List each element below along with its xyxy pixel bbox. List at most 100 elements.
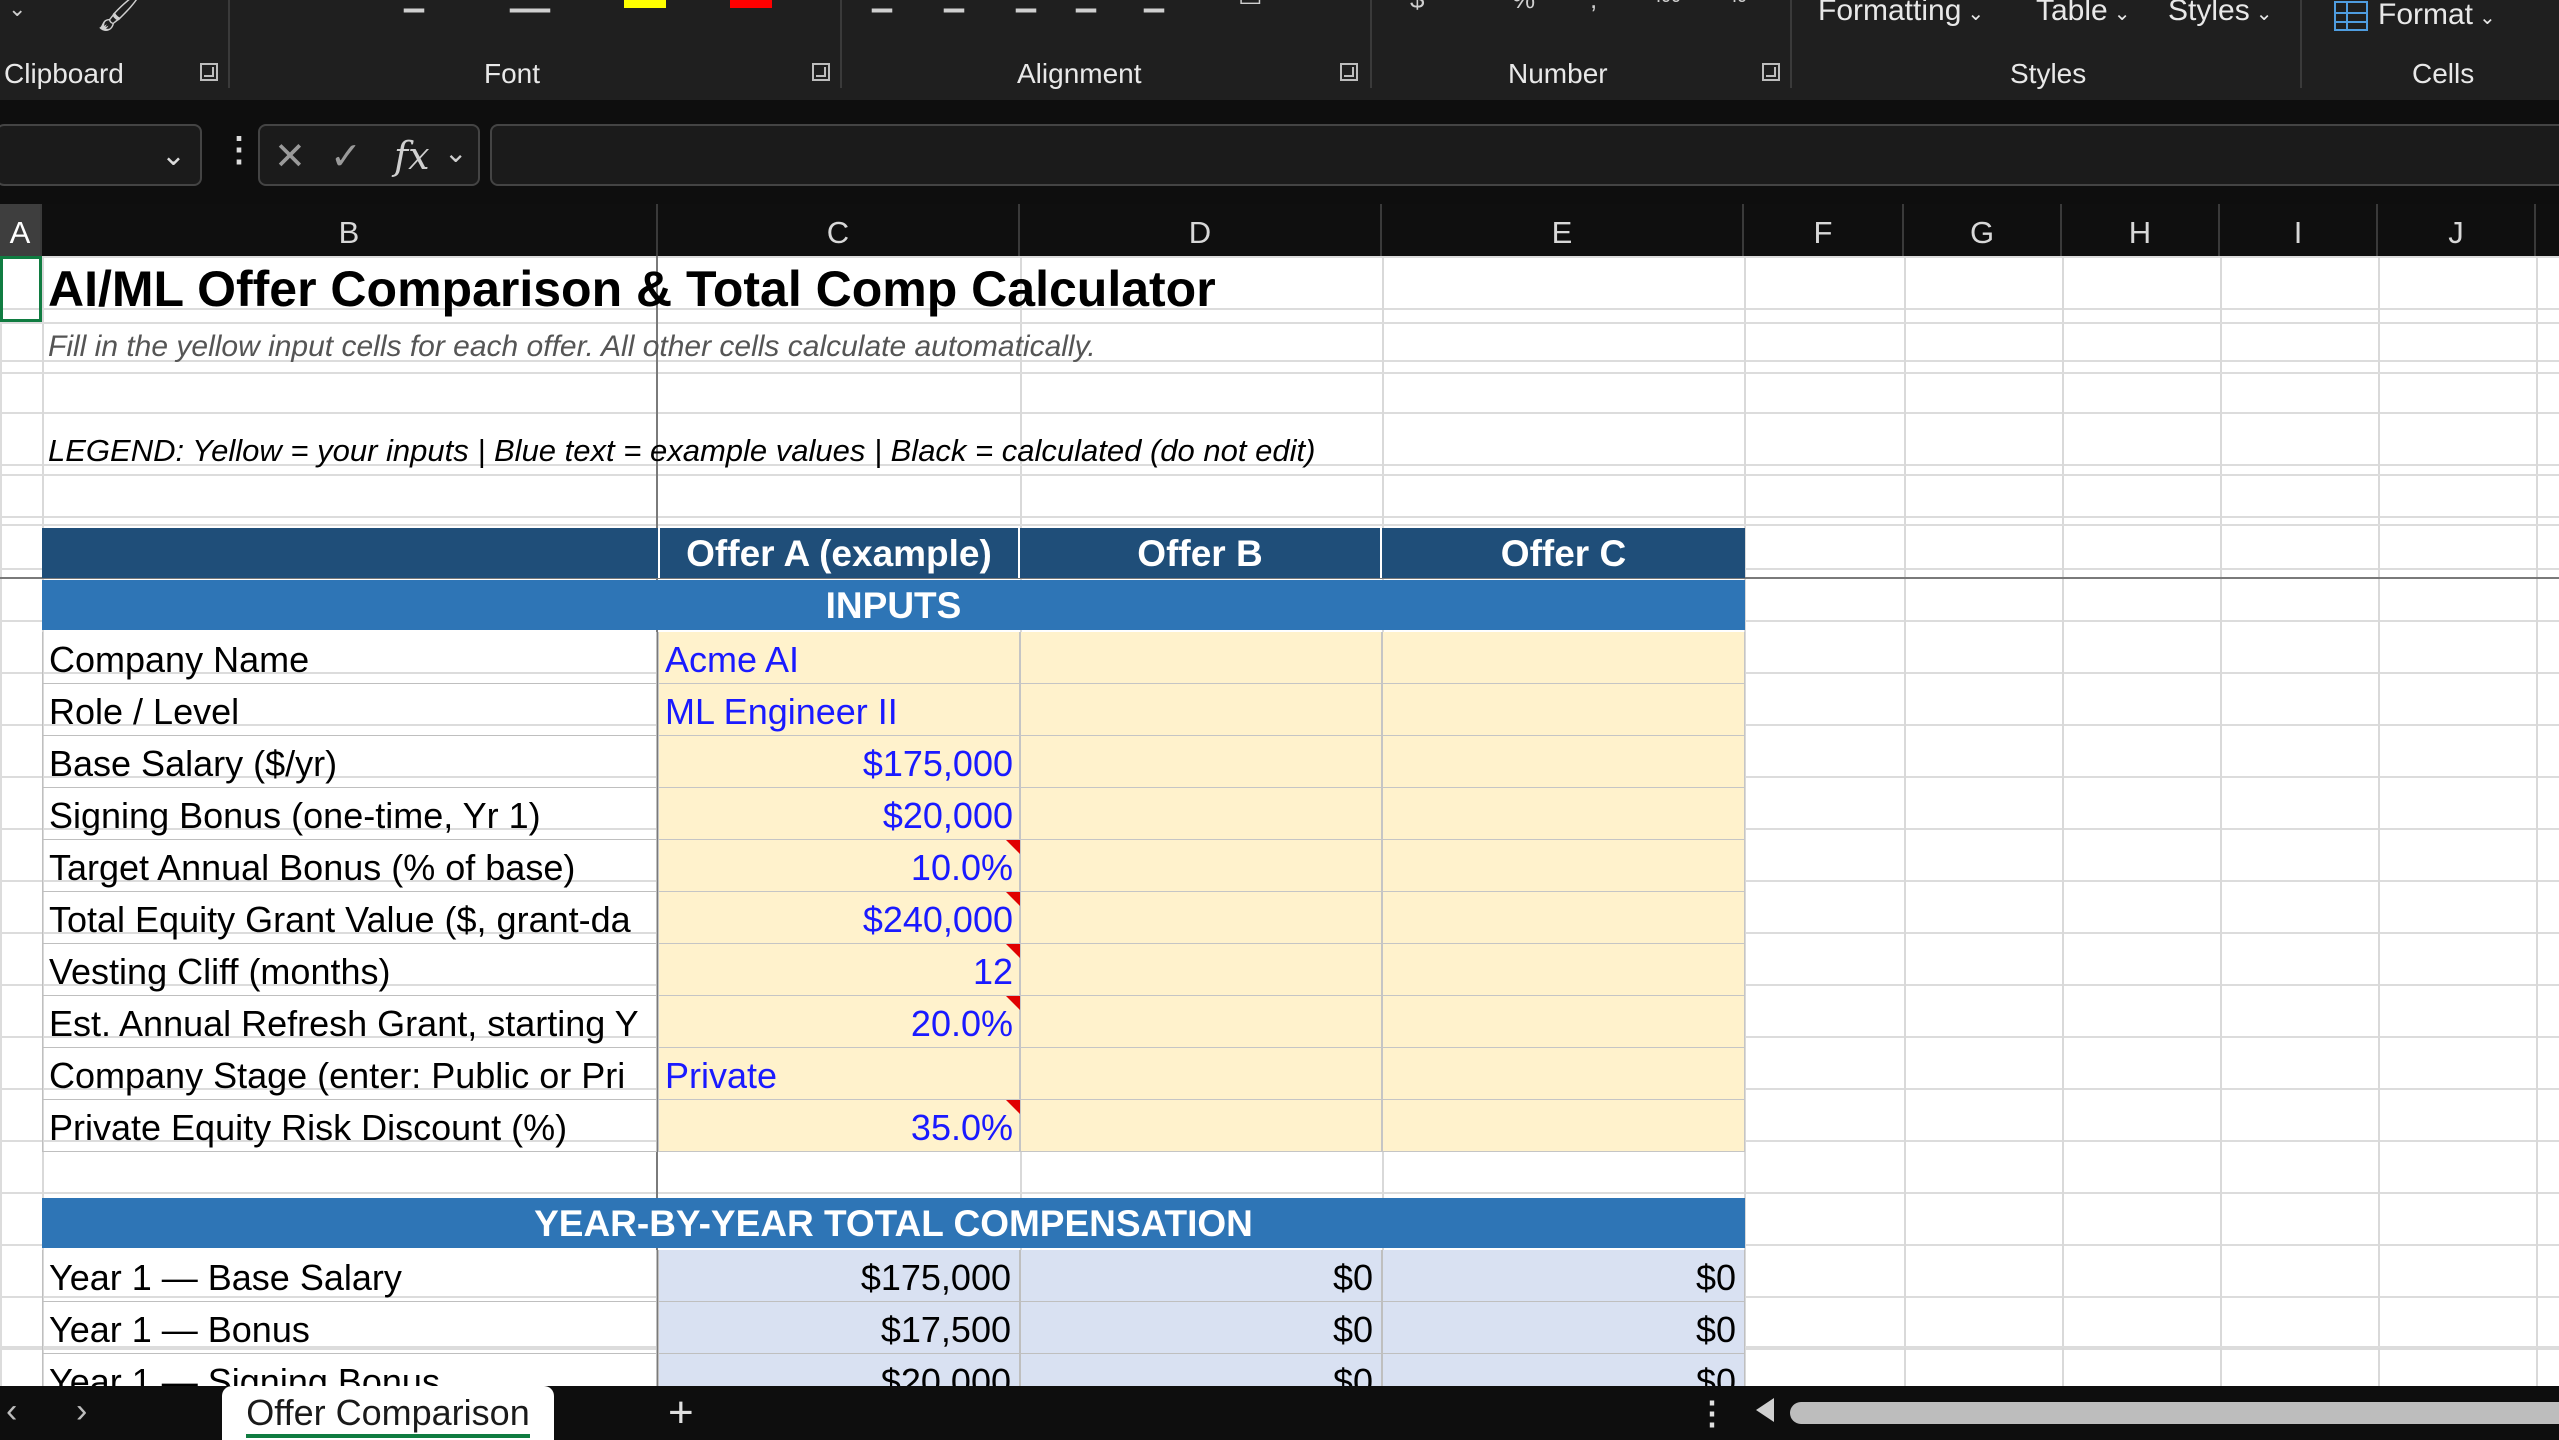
- increase-decimal-icon[interactable]: .00: [1656, 0, 1681, 7]
- cell-comment-indicator-icon[interactable]: [1006, 1100, 1020, 1114]
- offer-c-calc[interactable]: $0: [1382, 1302, 1745, 1354]
- alignment-launcher-icon[interactable]: [1340, 63, 1358, 81]
- yby-section-title[interactable]: YEAR-BY-YEAR TOTAL COMPENSATION: [42, 1198, 1745, 1248]
- input-row-label[interactable]: Total Equity Grant Value ($, grant-da: [42, 892, 657, 944]
- number-launcher-icon[interactable]: [1762, 63, 1780, 81]
- input-row-label[interactable]: Base Salary ($/yr): [42, 736, 657, 788]
- offer-c-input[interactable]: [1382, 1048, 1745, 1100]
- align-bottom-icon[interactable]: ▁: [1016, 0, 1036, 13]
- accounting-format-icon[interactable]: $: [1410, 0, 1424, 15]
- offer-c-calc[interactable]: $0: [1382, 1250, 1745, 1302]
- enter-icon[interactable]: ✓: [330, 134, 362, 179]
- column-header-j[interactable]: J: [2378, 204, 2536, 256]
- column-header-g[interactable]: G: [1904, 204, 2062, 256]
- offer-b-input[interactable]: [1020, 632, 1382, 684]
- format-button[interactable]: Format ⌄: [2334, 0, 2496, 32]
- offer-a-calc[interactable]: $20,000: [658, 1354, 1020, 1386]
- column-header-h[interactable]: H: [2062, 204, 2220, 256]
- offer-a-input[interactable]: ML Engineer II: [658, 684, 1020, 736]
- offer-b-input[interactable]: [1020, 996, 1382, 1048]
- align-left-icon[interactable]: ▁: [1076, 0, 1096, 13]
- font-color-swatch[interactable]: [730, 0, 772, 8]
- header-offer-a[interactable]: Offer A (example): [658, 528, 1020, 578]
- offer-b-calc[interactable]: $0: [1020, 1354, 1382, 1386]
- input-row-label[interactable]: Target Annual Bonus (% of base): [42, 840, 657, 892]
- column-header-a[interactable]: A: [0, 204, 42, 256]
- input-row-label[interactable]: Est. Annual Refresh Grant, starting Y: [42, 996, 657, 1048]
- offer-a-input[interactable]: $175,000: [658, 736, 1020, 788]
- cell-comment-indicator-icon[interactable]: [1006, 944, 1020, 958]
- conditional-formatting-button[interactable]: Formatting ⌄: [1818, 0, 1984, 28]
- calc-row-label[interactable]: Year 1 — Base Salary: [42, 1250, 657, 1302]
- more-options-icon[interactable]: ⋮: [1696, 1394, 1728, 1432]
- next-sheet-icon[interactable]: ›: [76, 1392, 87, 1431]
- calc-row-label[interactable]: Year 1 — Signing Bonus: [42, 1354, 657, 1386]
- offer-b-input[interactable]: [1020, 1048, 1382, 1100]
- offer-c-input[interactable]: [1382, 840, 1745, 892]
- offer-b-input[interactable]: [1020, 840, 1382, 892]
- decrease-decimal-icon[interactable]: .0: [1732, 0, 1747, 7]
- format-as-table-button[interactable]: Table ⌄: [2036, 0, 2130, 28]
- offer-c-input[interactable]: [1382, 788, 1745, 840]
- offer-a-input[interactable]: Acme AI: [658, 632, 1020, 684]
- offer-a-calc[interactable]: $175,000: [658, 1250, 1020, 1302]
- offer-a-input[interactable]: 12: [658, 944, 1020, 996]
- column-header-b[interactable]: B: [42, 204, 658, 256]
- offer-b-input[interactable]: [1020, 892, 1382, 944]
- offer-b-calc[interactable]: $0: [1020, 1302, 1382, 1354]
- offer-c-input[interactable]: [1382, 1100, 1745, 1152]
- chevron-down-icon[interactable]: ⌄: [161, 138, 186, 173]
- align-middle-icon[interactable]: ▁: [944, 0, 964, 13]
- input-row-label[interactable]: Private Equity Risk Discount (%): [42, 1100, 657, 1152]
- header-offer-c[interactable]: Offer C: [1382, 528, 1745, 578]
- offer-a-input[interactable]: $20,000: [658, 788, 1020, 840]
- cell-styles-button[interactable]: Styles ⌄: [2168, 0, 2272, 28]
- horizontal-scrollbar[interactable]: [1790, 1402, 2559, 1424]
- input-row-label[interactable]: Vesting Cliff (months): [42, 944, 657, 996]
- cancel-icon[interactable]: ✕: [274, 134, 306, 179]
- sheet-tab-offer-comparison[interactable]: Offer Comparison: [222, 1386, 554, 1440]
- percent-style-icon[interactable]: %: [1512, 0, 1535, 15]
- column-header-c[interactable]: C: [658, 204, 1020, 256]
- cell-comment-indicator-icon[interactable]: [1006, 892, 1020, 906]
- chevron-down-icon[interactable]: ⌄: [444, 136, 467, 169]
- offer-b-input[interactable]: [1020, 788, 1382, 840]
- offer-b-calc[interactable]: $0: [1020, 1250, 1382, 1302]
- offer-b-input[interactable]: [1020, 944, 1382, 996]
- align-top-icon[interactable]: ▁: [872, 0, 892, 13]
- offer-a-input[interactable]: 20.0%: [658, 996, 1020, 1048]
- offer-a-input[interactable]: 10.0%: [658, 840, 1020, 892]
- scroll-left-icon[interactable]: [1756, 1398, 1774, 1422]
- offer-c-input[interactable]: [1382, 632, 1745, 684]
- more-options-icon[interactable]: ⋮: [222, 130, 256, 170]
- calc-row-label[interactable]: Year 1 — Bonus: [42, 1302, 657, 1354]
- worksheet-grid[interactable]: AI/ML Offer Comparison & Total Comp Calc…: [0, 256, 2559, 1386]
- align-center-icon[interactable]: ▁: [1144, 0, 1164, 13]
- offer-a-input[interactable]: 35.0%: [658, 1100, 1020, 1152]
- offer-c-input[interactable]: [1382, 892, 1745, 944]
- bold-line-icon[interactable]: ▁: [404, 0, 424, 13]
- input-row-label[interactable]: Company Name: [42, 632, 657, 684]
- header-offer-b[interactable]: Offer B: [1020, 528, 1382, 578]
- offer-c-input[interactable]: [1382, 996, 1745, 1048]
- clipboard-launcher-icon[interactable]: [200, 63, 218, 81]
- paste-dropdown-chevron-icon[interactable]: ⌄: [8, 0, 26, 22]
- offer-c-input[interactable]: [1382, 944, 1745, 996]
- column-header-d[interactable]: D: [1020, 204, 1382, 256]
- format-painter-icon[interactable]: 🖌: [96, 0, 142, 34]
- inputs-section-title[interactable]: INPUTS: [42, 580, 1745, 630]
- offer-b-input[interactable]: [1020, 1100, 1382, 1152]
- offer-c-input[interactable]: [1382, 684, 1745, 736]
- offer-b-input[interactable]: [1020, 736, 1382, 788]
- input-row-label[interactable]: Role / Level: [42, 684, 657, 736]
- column-header-f[interactable]: F: [1744, 204, 1904, 256]
- cell-comment-indicator-icon[interactable]: [1006, 996, 1020, 1010]
- active-cell-a1[interactable]: [0, 256, 42, 322]
- font-launcher-icon[interactable]: [812, 63, 830, 81]
- column-header-e[interactable]: E: [1382, 204, 1744, 256]
- merge-center-icon[interactable]: ▭: [1238, 0, 1263, 13]
- comma-style-icon[interactable]: ,: [1590, 0, 1597, 15]
- input-row-label[interactable]: Company Stage (enter: Public or Pri: [42, 1048, 657, 1100]
- formula-input[interactable]: [490, 124, 2559, 186]
- input-row-label[interactable]: Signing Bonus (one-time, Yr 1): [42, 788, 657, 840]
